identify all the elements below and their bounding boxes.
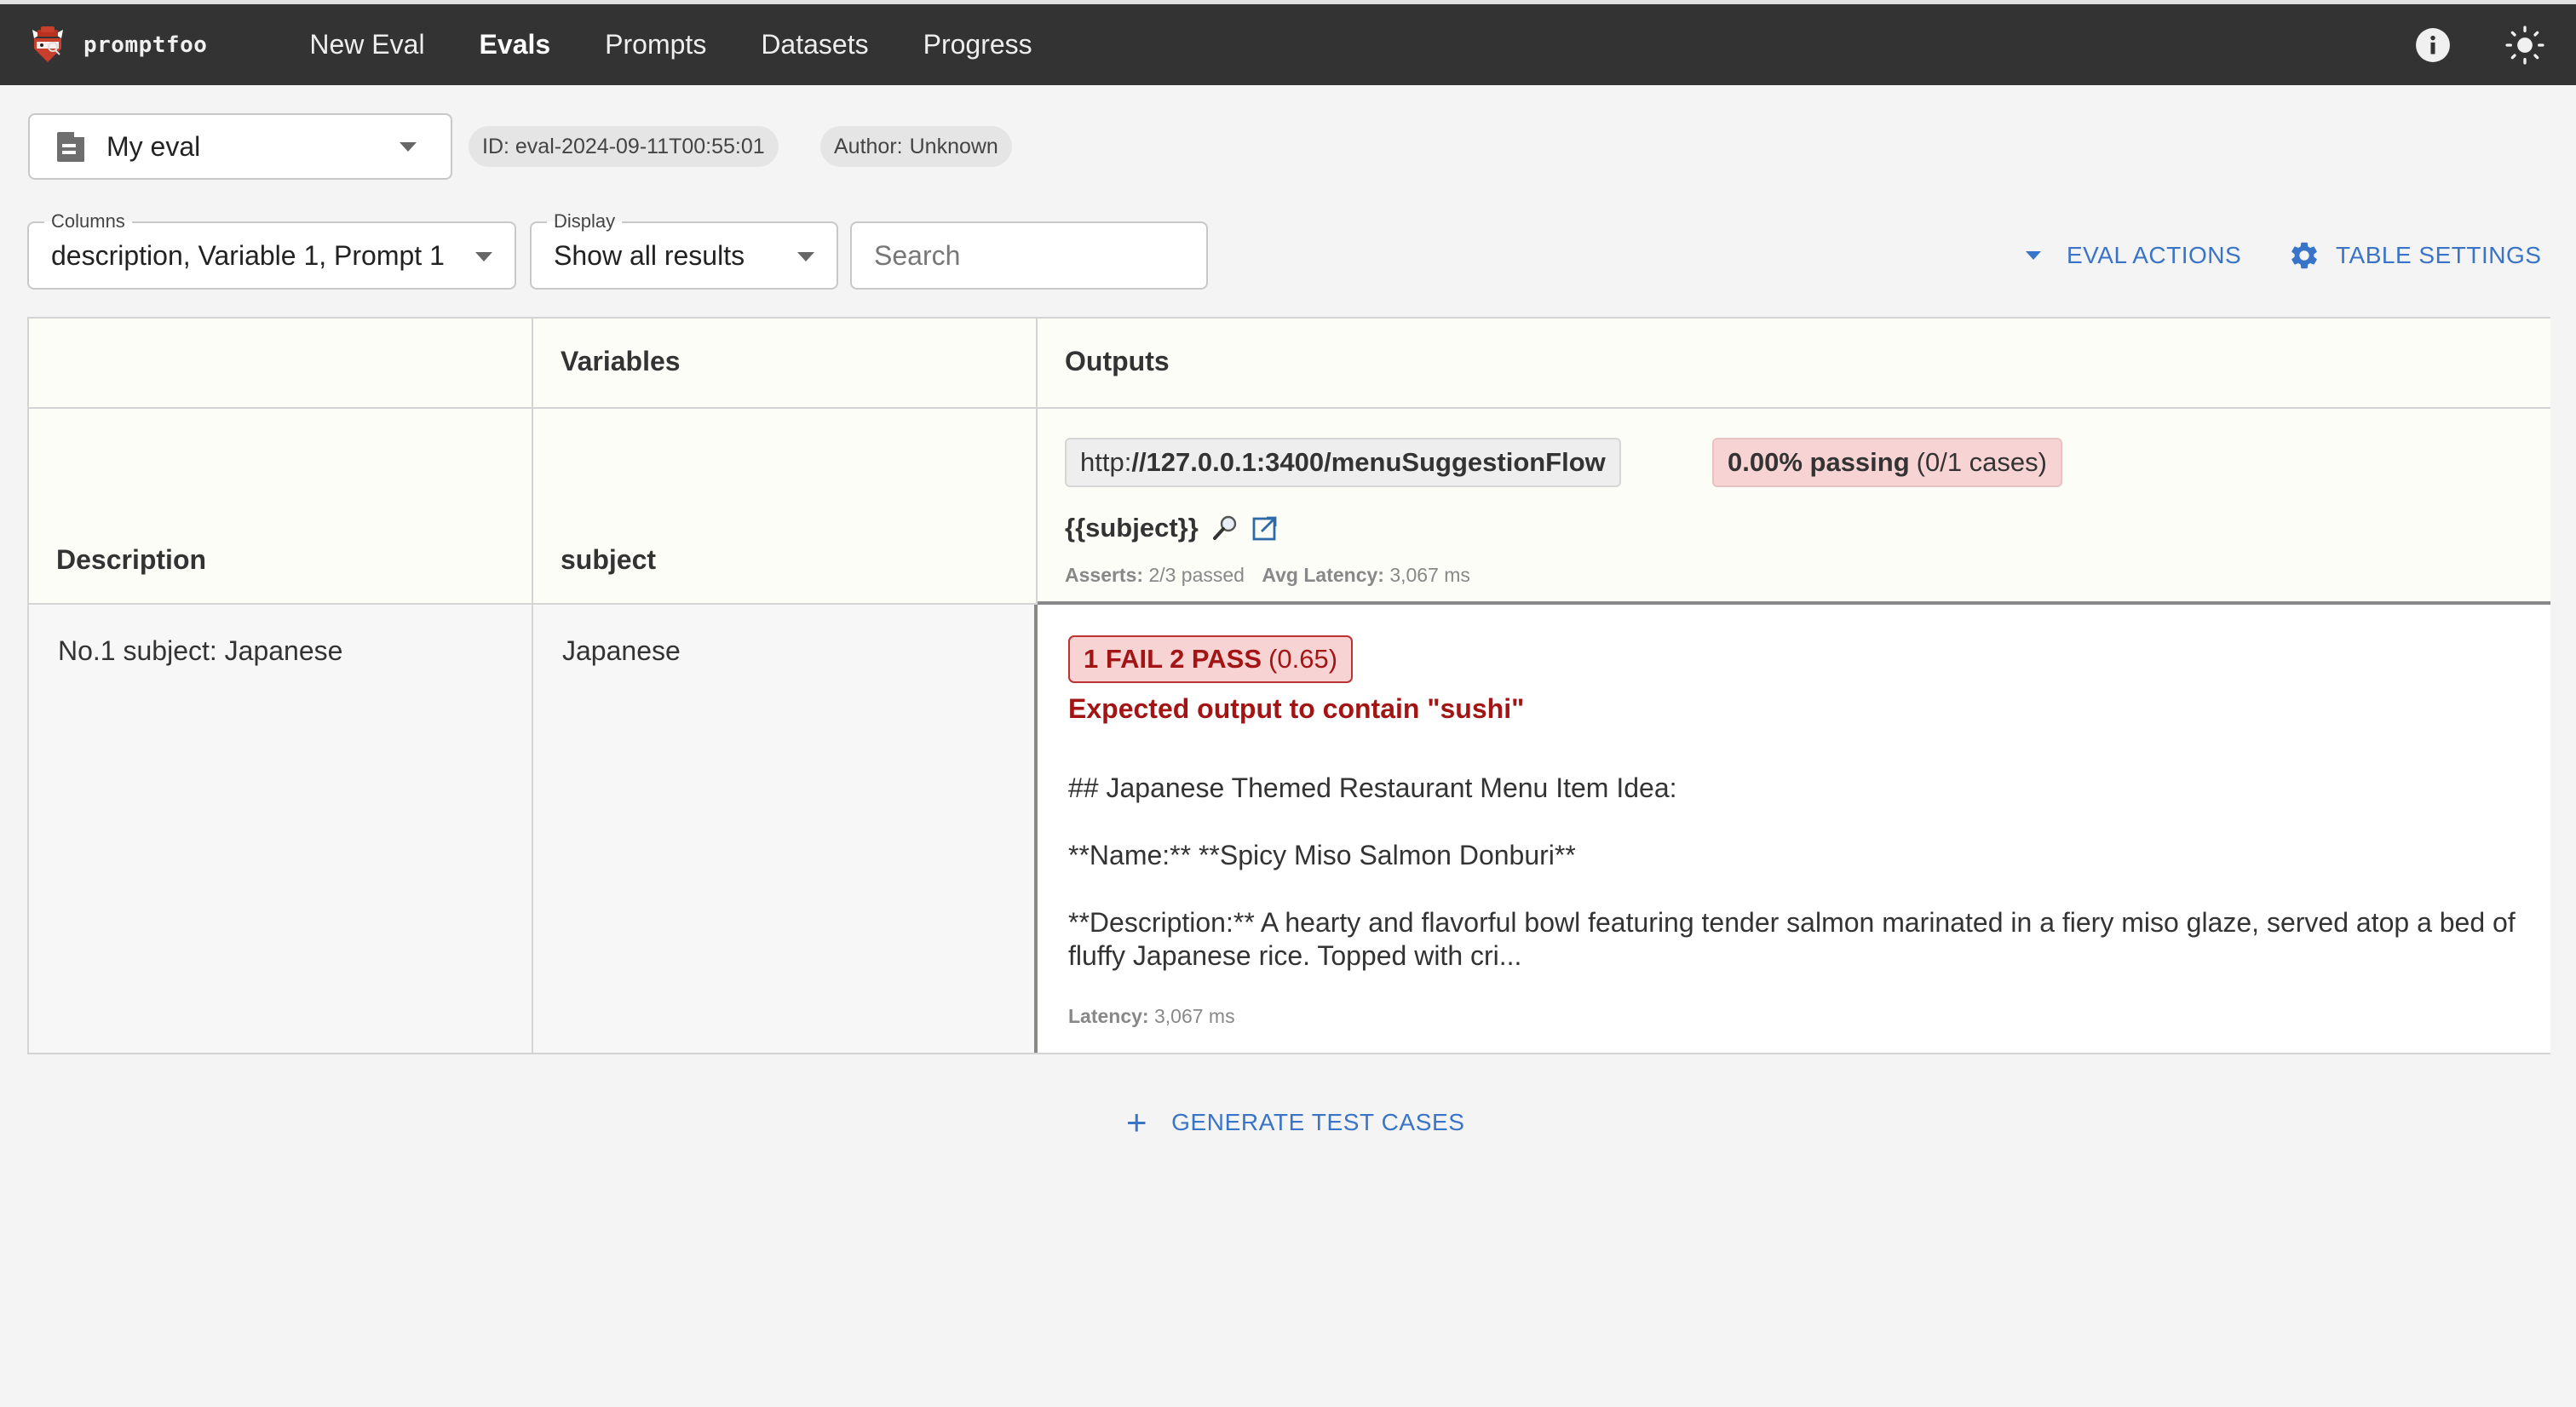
chevron-down-icon xyxy=(400,142,417,152)
info-button[interactable] xyxy=(2412,25,2453,66)
provider-url: //127.0.0.1:3400/menuSuggestionFlow xyxy=(1131,447,1606,477)
latency-label: Latency: xyxy=(1068,1005,1149,1027)
fail-badge-score: (0.65) xyxy=(1268,644,1338,674)
display-legend: Display xyxy=(547,210,623,233)
output-line: **Name:** **Spicy Miso Salmon Donburi** xyxy=(1068,840,1576,870)
chevron-down-icon xyxy=(475,252,492,261)
nav-progress[interactable]: Progress xyxy=(923,29,1032,60)
author-chip: Author: Unknown xyxy=(820,126,1012,167)
output-latency: Latency: 3,067 ms xyxy=(1068,1005,1235,1028)
output-line: **Description:** A hearty and flavorful … xyxy=(1068,907,2516,971)
header-group-description xyxy=(29,319,533,409)
nav-new-eval[interactable]: New Eval xyxy=(309,29,424,60)
fail-reason: Expected output to contain "sushi" xyxy=(1068,693,1525,724)
nav-menu: New Eval Evals Prompts Datasets Progress xyxy=(309,29,1086,60)
plus-icon: + xyxy=(1126,1102,1148,1142)
info-icon xyxy=(2416,27,2450,62)
header-group-variables: Variables xyxy=(533,319,1038,409)
nav-right-icons xyxy=(2361,4,2545,85)
asserts-label: Asserts: xyxy=(1065,564,1144,586)
nav-prompts[interactable]: Prompts xyxy=(605,29,706,60)
open-external-icon[interactable] xyxy=(1251,514,1279,542)
prompt-line: {{subject}} xyxy=(1065,513,1279,543)
provider-chip: http://127.0.0.1:3400/menuSuggestionFlow xyxy=(1065,438,1621,487)
eval-actions-button[interactable]: EVAL ACTIONS xyxy=(2026,235,2241,276)
latency-value: 3,067 ms xyxy=(1153,1005,1235,1027)
magnifier-icon[interactable] xyxy=(1210,514,1239,543)
display-select[interactable]: Display Show all results xyxy=(530,210,838,290)
columns-value: description, Variable 1, Prompt 1 xyxy=(51,240,445,271)
pass-rate-chip: 0.00% passing (0/1 cases) xyxy=(1712,438,2062,487)
table-cell-output[interactable]: 1 FAIL 2 PASS (0.65) Expected output to … xyxy=(1039,605,2550,1053)
eval-id-text: ID: eval-2024-09-11T00:55:01 xyxy=(482,134,765,158)
avg-latency-value: 3,067 ms xyxy=(1389,564,1470,586)
gear-icon xyxy=(2291,242,2317,269)
column-header-output: http://127.0.0.1:3400/menuSuggestionFlow… xyxy=(1038,409,2550,605)
column-header-subject[interactable]: subject xyxy=(533,409,1038,605)
column-header-subject-label: subject xyxy=(561,544,657,575)
table-settings-label: TABLE SETTINGS xyxy=(2336,242,2542,268)
table-cell-subject: Japanese xyxy=(533,605,1038,1053)
display-value: Show all results xyxy=(554,240,745,271)
caret-down-icon xyxy=(2026,251,2041,260)
chevron-down-icon xyxy=(797,252,814,261)
output-stats: Asserts: 2/3 passed Avg Latency: 3,067 m… xyxy=(1065,564,1470,587)
logo[interactable]: promptfoo xyxy=(31,26,207,64)
nav-evals[interactable]: Evals xyxy=(480,29,551,60)
column-header-description-label: Description xyxy=(56,544,207,575)
pass-rate-percent: 0.00% passing xyxy=(1728,447,1910,477)
prompt-text: {{subject}} xyxy=(1065,513,1199,543)
generate-test-cases-button[interactable]: + GENERATE TEST CASES xyxy=(1126,1102,1465,1143)
table-settings-button[interactable]: TABLE SETTINGS xyxy=(2288,235,2541,276)
columns-select[interactable]: Columns description, Variable 1, Prompt … xyxy=(27,210,516,290)
pass-rate-cases: (0/1 cases) xyxy=(1916,447,2047,477)
eval-actions-label: EVAL ACTIONS xyxy=(2067,242,2242,268)
table-cell-description: No.1 subject: Japanese xyxy=(29,605,533,1053)
red-panda-logo-icon xyxy=(32,26,63,62)
author-value: Unknown xyxy=(909,134,998,158)
header-group-outputs: Outputs xyxy=(1038,319,2550,409)
eval-selector-value: My eval xyxy=(106,130,201,162)
header-group-outputs-label: Outputs xyxy=(1065,346,1170,376)
results-table: Variables Outputs Description subject ht… xyxy=(27,317,2550,1054)
header-group-variables-label: Variables xyxy=(561,346,681,376)
row-description: No.1 subject: Japanese xyxy=(58,635,343,666)
row-subject: Japanese xyxy=(562,635,681,666)
search-field[interactable] xyxy=(850,221,1208,290)
app-name: promptfoo xyxy=(83,32,208,58)
generate-test-cases-label: GENERATE TEST CASES xyxy=(1171,1109,1465,1135)
output-text: ## Japanese Themed Restaurant Menu Item … xyxy=(1068,772,2516,1007)
author-label: Author: xyxy=(834,134,903,158)
output-line: ## Japanese Themed Restaurant Menu Item … xyxy=(1068,772,1677,803)
avg-latency-label: Avg Latency: xyxy=(1262,564,1384,586)
provider-prefix: http: xyxy=(1080,447,1132,477)
fail-status-badge: 1 FAIL 2 PASS (0.65) xyxy=(1068,635,1354,683)
document-icon xyxy=(57,132,84,162)
theme-toggle-button[interactable] xyxy=(2504,25,2545,66)
eval-selector[interactable]: My eval xyxy=(28,113,452,180)
columns-legend: Columns xyxy=(44,210,132,233)
nav-datasets[interactable]: Datasets xyxy=(761,29,868,60)
asserts-value: 2/3 passed xyxy=(1148,564,1245,586)
search-input[interactable] xyxy=(852,223,1206,288)
eval-id-chip: ID: eval-2024-09-11T00:55:01 xyxy=(469,126,779,167)
fail-badge-summary: 1 FAIL 2 PASS xyxy=(1084,644,1262,674)
top-navbar: promptfoo New Eval Evals Prompts Dataset… xyxy=(0,4,2576,85)
sun-icon xyxy=(2505,25,2544,65)
column-header-description[interactable]: Description xyxy=(29,409,533,605)
